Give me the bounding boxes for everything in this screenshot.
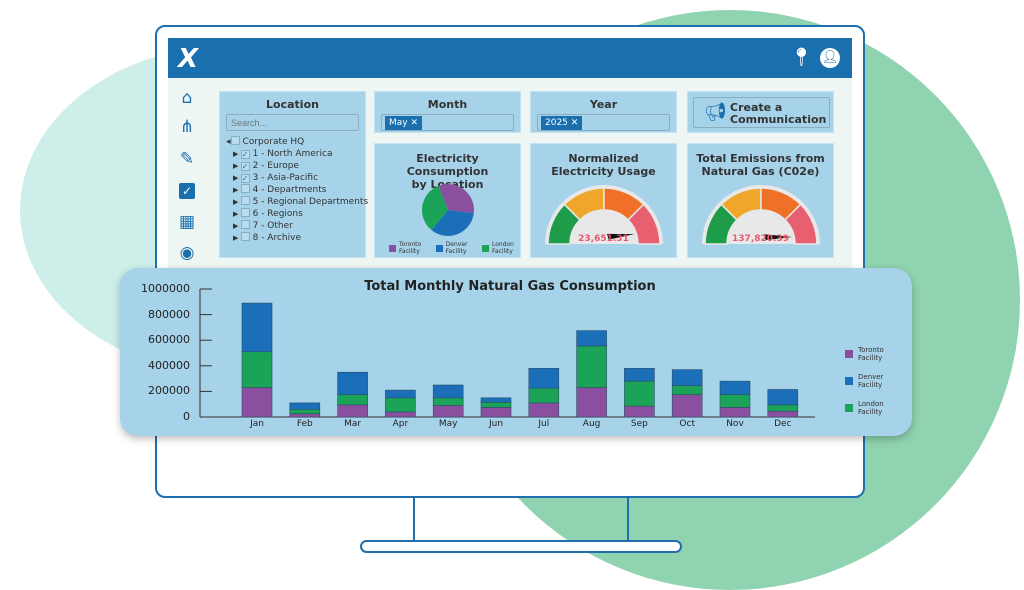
y-tick-label: 400000 — [148, 358, 190, 372]
x-tick-label: Aug — [582, 419, 601, 429]
bar-segment-london-facility — [241, 351, 273, 388]
bar-segment-london-facility — [385, 397, 416, 413]
bar-segment-denver-facility — [480, 397, 512, 403]
bar-segment-london-facility — [289, 409, 321, 415]
bar-segment-toronto-facility — [337, 404, 368, 418]
y-tick-label: 800000 — [148, 307, 190, 321]
legend-label: Toronto Facility — [858, 346, 884, 362]
bar-segment-denver-facility — [337, 371, 368, 395]
bar-segment-toronto-facility — [671, 394, 703, 418]
bar-segment-toronto-facility — [385, 411, 416, 418]
bar-segment-denver-facility — [719, 380, 751, 395]
bar-segment-toronto-facility — [289, 413, 321, 418]
bar-segment-denver-facility — [767, 389, 799, 406]
bar-segment-london-facility — [671, 385, 703, 395]
bar-segment-toronto-facility — [576, 387, 607, 418]
bar-segment-london-facility — [624, 380, 655, 407]
legend-line: Facility — [858, 408, 883, 416]
bar-segment-denver-facility — [241, 302, 273, 353]
y-tick-label: 1000000 — [141, 282, 190, 295]
legend-swatch — [845, 404, 853, 412]
x-tick-label: Nov — [726, 419, 744, 429]
x-tick-label: Jan — [250, 419, 264, 429]
legend-line: London — [858, 400, 884, 408]
bar-segment-toronto-facility — [241, 387, 273, 418]
x-tick-label: May — [438, 419, 458, 429]
y-tick-label: 600000 — [148, 333, 190, 347]
bar-segment-london-facility — [480, 401, 512, 408]
bar-segment-denver-facility — [289, 402, 321, 410]
bar-segment-toronto-facility — [480, 407, 512, 418]
y-tick-label: 200000 — [148, 384, 190, 398]
legend-line: Facility — [858, 381, 883, 389]
x-tick-label: Mar — [344, 419, 362, 429]
bar-segment-denver-facility — [624, 368, 655, 382]
x-tick-label: Jul — [538, 419, 550, 429]
legend-line: Toronto — [858, 346, 884, 354]
x-tick-label: Dec — [774, 419, 792, 429]
y-tick-label: 0 — [183, 410, 190, 423]
x-tick-label: Oct — [679, 419, 695, 429]
bar-segment-denver-facility — [385, 389, 416, 399]
legend-line: Denver — [858, 373, 884, 381]
legend-label: London Facility — [858, 400, 884, 416]
x-tick-label: Apr — [392, 419, 409, 429]
bar-segment-denver-facility — [576, 330, 607, 347]
bar-segment-london-facility — [719, 394, 751, 408]
legend-line: Facility — [858, 354, 883, 362]
x-tick-label: Feb — [296, 419, 313, 429]
legend-swatch — [845, 350, 853, 358]
x-tick-label: Sep — [630, 419, 648, 429]
bar-segment-toronto-facility — [528, 402, 560, 418]
bar-segment-toronto-facility — [719, 407, 751, 418]
bar-segment-london-facility — [528, 387, 560, 404]
bar-segment-london-facility — [432, 397, 464, 406]
legend-label: Denver Facility — [858, 373, 883, 389]
bar-segment-denver-facility — [432, 384, 464, 399]
bar-segment-london-facility — [337, 394, 368, 406]
bar-segment-toronto-facility — [767, 410, 799, 418]
bar-segment-london-facility — [767, 404, 799, 412]
bar-segment-denver-facility — [528, 368, 560, 389]
bar-segment-denver-facility — [671, 369, 703, 386]
bar-segment-london-facility — [576, 345, 607, 388]
bar-segment-toronto-facility — [432, 405, 464, 418]
bar-segment-toronto-facility — [624, 405, 655, 418]
x-tick-label: Jun — [488, 419, 504, 429]
legend-swatch — [845, 377, 853, 385]
